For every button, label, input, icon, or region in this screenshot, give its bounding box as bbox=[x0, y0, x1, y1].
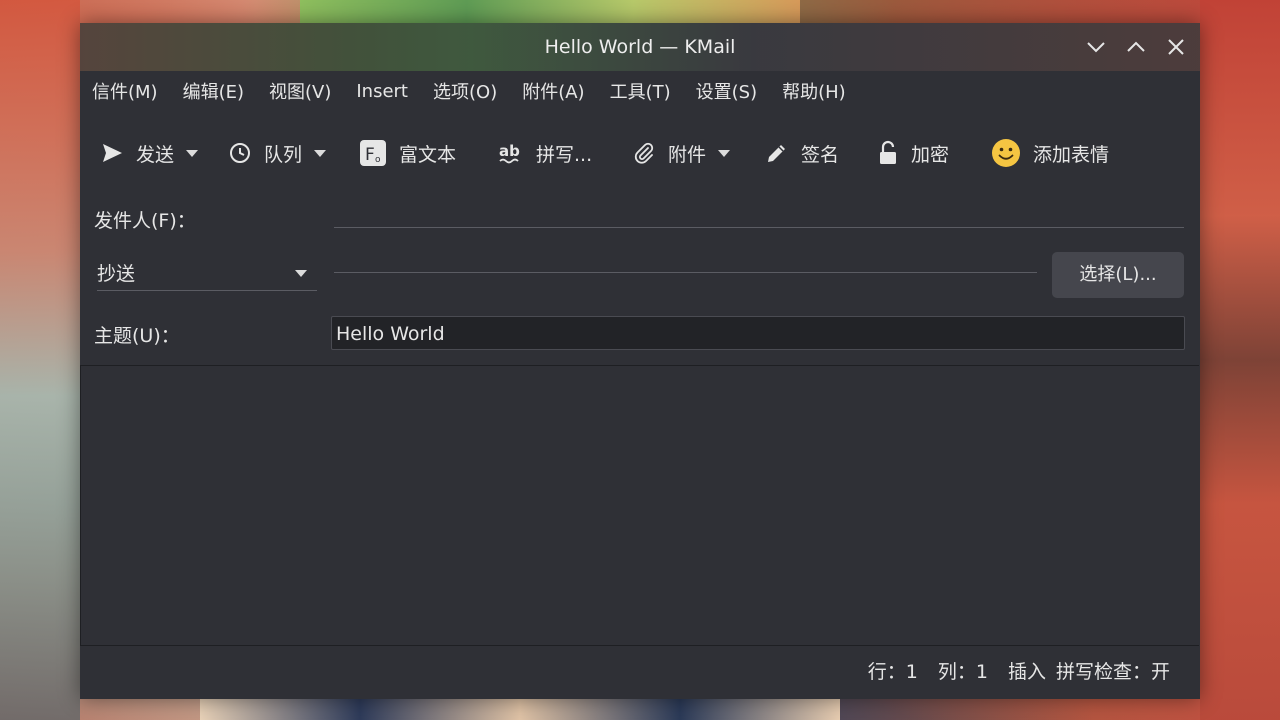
menu-insert[interactable]: Insert bbox=[356, 81, 408, 102]
smiley-icon bbox=[992, 139, 1020, 167]
send-icon bbox=[103, 144, 122, 162]
menu-message[interactable]: 信件(M) bbox=[92, 78, 158, 104]
rich-text-button[interactable]: Fo 富文本 bbox=[359, 139, 498, 167]
status-insert-mode[interactable]: 插入 bbox=[1008, 645, 1046, 699]
from-label: 发件人(F)： bbox=[94, 210, 196, 232]
menu-attach[interactable]: 附件(A) bbox=[522, 78, 584, 104]
subject-label: 主题(U)： bbox=[94, 325, 180, 347]
attach-label: 附件 bbox=[668, 143, 707, 166]
attach-button[interactable]: 附件 bbox=[632, 140, 765, 167]
wallpaper-foliage-top bbox=[300, 0, 800, 23]
emoticon-label: 添加表情 bbox=[1033, 143, 1110, 166]
status-spellcheck[interactable]: 拼写检查：开 bbox=[1056, 645, 1170, 699]
svg-text:F: F bbox=[365, 145, 375, 165]
queue-button[interactable]: 队列 bbox=[228, 140, 359, 167]
window-title: Hello World — KMail bbox=[544, 36, 736, 58]
pencil-icon bbox=[768, 145, 785, 162]
clock-icon bbox=[230, 143, 250, 163]
spellcheck-button[interactable]: ab 拼写... bbox=[498, 140, 632, 167]
menu-options[interactable]: 选项(O) bbox=[433, 78, 497, 104]
title-bar[interactable]: Hello World — KMail bbox=[80, 23, 1200, 71]
recipient-field[interactable] bbox=[334, 240, 1037, 273]
maximize-button[interactable] bbox=[1124, 35, 1148, 59]
recipient-type-value: 抄送 bbox=[97, 263, 136, 285]
toolbar: 发送 队列 Fo 富文本 ab 拼写... 附件 签名 加密 添加表情 bbox=[80, 111, 1200, 195]
signature-button[interactable]: 签名 bbox=[765, 140, 877, 167]
queue-label: 队列 bbox=[264, 143, 303, 166]
status-column: 列：1 bbox=[937, 661, 988, 683]
menu-help[interactable]: 帮助(H) bbox=[782, 78, 846, 104]
chevron-down-icon bbox=[1087, 42, 1105, 53]
menu-view[interactable]: 视图(V) bbox=[269, 78, 331, 104]
subject-input[interactable]: Hello World bbox=[331, 316, 1185, 350]
header-fields: 发件人(F)： 抄送 选择(L)... 主题(U)： Hello World bbox=[80, 195, 1200, 364]
menu-bar: 信件(M) 编辑(E) 视图(V) Insert 选项(O) 附件(A) 工具(… bbox=[80, 71, 1200, 111]
wallpaper-figure-bottom bbox=[200, 699, 840, 720]
svg-text:o: o bbox=[375, 155, 381, 165]
svg-text:ab: ab bbox=[499, 142, 520, 160]
menu-settings[interactable]: 设置(S) bbox=[696, 78, 757, 104]
encrypt-button[interactable]: 加密 bbox=[877, 140, 991, 167]
signature-label: 签名 bbox=[801, 143, 840, 166]
wallpaper-pillar-right bbox=[1200, 0, 1280, 720]
close-button[interactable] bbox=[1164, 35, 1188, 59]
recipient-type-select[interactable]: 抄送 bbox=[97, 258, 317, 291]
menu-tools[interactable]: 工具(T) bbox=[610, 78, 671, 104]
send-label: 发送 bbox=[136, 143, 175, 166]
wallpaper-pillar-left bbox=[0, 0, 80, 720]
lock-icon bbox=[880, 140, 896, 164]
rich-text-icon: Fo bbox=[360, 140, 386, 166]
emoticon-button[interactable]: 添加表情 bbox=[991, 138, 1131, 168]
chevron-up-icon bbox=[1127, 41, 1145, 52]
status-bar: 行：1 列：1 插入 拼写检查：开 bbox=[80, 645, 1200, 699]
kmail-composer-window: Hello World — KMail 信件(M) 编辑(E) 视图(V) In… bbox=[80, 23, 1200, 699]
status-line: 行：1 bbox=[867, 661, 918, 683]
send-button[interactable]: 发送 bbox=[100, 140, 228, 167]
encrypt-label: 加密 bbox=[911, 143, 950, 166]
queue-dropdown-caret-icon[interactable] bbox=[314, 149, 327, 157]
paperclip-icon bbox=[634, 142, 654, 164]
minimize-button[interactable] bbox=[1084, 35, 1108, 59]
menu-edit[interactable]: 编辑(E) bbox=[183, 78, 244, 104]
spellcheck-label: 拼写... bbox=[536, 143, 593, 166]
rich-text-label: 富文本 bbox=[399, 143, 457, 166]
from-field[interactable] bbox=[334, 195, 1184, 228]
message-body-editor[interactable] bbox=[80, 365, 1199, 646]
send-dropdown-caret-icon[interactable] bbox=[186, 149, 199, 157]
attach-dropdown-caret-icon[interactable] bbox=[718, 149, 731, 157]
close-icon bbox=[1168, 39, 1184, 55]
spellcheck-icon: ab bbox=[499, 142, 520, 164]
select-recipient-button[interactable]: 选择(L)... bbox=[1052, 252, 1184, 298]
chevron-down-icon bbox=[295, 270, 307, 277]
